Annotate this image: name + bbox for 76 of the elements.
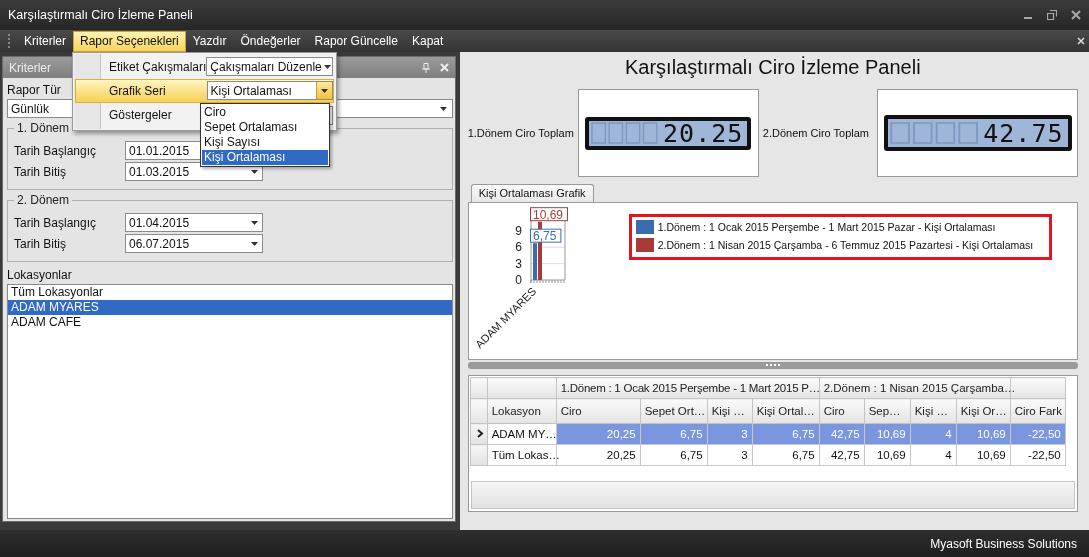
menu-item[interactable]: Etiket Çakışmaları Çakışmaları Düzenle bbox=[75, 55, 334, 79]
tab[interactable]: Kişi Ortalaması Grafik bbox=[470, 184, 594, 202]
gauge-label: 2.Dönem Ciro Toplam bbox=[762, 127, 869, 139]
tick-label: 9 bbox=[514, 223, 522, 238]
dropdown-arrow-icon bbox=[250, 220, 258, 225]
data-label: 10,69 bbox=[532, 207, 563, 222]
table-cell: -22,50 bbox=[1010, 444, 1066, 466]
dropdown-option[interactable]: Sepet Ortalaması bbox=[202, 120, 328, 135]
table-cell: 20,25 bbox=[556, 444, 641, 466]
menu-item-label: Etiket Çakışmaları bbox=[109, 59, 207, 74]
tick-label: 3 bbox=[514, 256, 522, 271]
field-label: Rapor Tür bbox=[7, 83, 61, 97]
dropdown-option[interactable]: Ciro bbox=[202, 105, 328, 120]
group-title: 1. Dönem bbox=[16, 121, 71, 135]
dropdown-arrow-icon bbox=[440, 106, 448, 111]
table-cell: 6,75 bbox=[752, 444, 820, 466]
pin-icon[interactable] bbox=[421, 62, 430, 73]
panel-title: Kriterler bbox=[9, 60, 51, 75]
table-cell: 6,75 bbox=[640, 444, 708, 466]
chevron-icon bbox=[476, 429, 484, 438]
menu-item[interactable]: Öndeğerler bbox=[233, 30, 308, 52]
table-cell: 3 bbox=[707, 444, 753, 466]
field-label: Tarih Başlangıç bbox=[14, 143, 98, 158]
legend-label: 2.Dönem : 1 Nisan 2015 Çarşamba - 6 Temmuz 2015 Pazartesi - Kişi Ortalaması bbox=[657, 239, 1034, 251]
menu-item-label: Göstergeler bbox=[109, 108, 173, 123]
table-cell: Tüm Lokas… bbox=[487, 444, 557, 466]
menu-item-label: Grafik Seri bbox=[109, 84, 167, 98]
column-header[interactable]: Ciro bbox=[556, 398, 641, 424]
menu-item[interactable]: Yazdır bbox=[185, 30, 234, 52]
dropdown[interactable]: Kişi Ortalaması bbox=[206, 81, 333, 101]
field-label: Tarih Başlangıç bbox=[14, 215, 98, 230]
grip-icon bbox=[8, 34, 11, 48]
segment-grid-drawing bbox=[591, 122, 661, 144]
tick-label: 6 bbox=[514, 240, 522, 255]
gauge-value: 20.25 bbox=[663, 118, 744, 148]
table-cell: 4 bbox=[910, 444, 957, 466]
grip-icon bbox=[765, 364, 780, 367]
list-item[interactable]: ADAM MYARES bbox=[8, 300, 452, 315]
dropdown-option[interactable]: Kişi Ortalaması bbox=[202, 150, 328, 165]
data-label: 6,75 bbox=[529, 228, 562, 244]
dashboard-title: Karşılaştırmalı Ciro İzleme Paneli bbox=[625, 56, 921, 79]
gauge-label: 1.Dönem Ciro Toplam bbox=[467, 127, 574, 139]
date-picker[interactable]: 06.07.2015 bbox=[125, 234, 263, 253]
field-label: Lokasyonlar bbox=[7, 268, 72, 282]
date-picker[interactable]: 01.04.2015 bbox=[125, 213, 263, 232]
dropdown[interactable]: Çakışmaları Düzenle bbox=[206, 57, 334, 77]
dropdown-arrow-icon bbox=[321, 89, 328, 93]
window-title: Karşılaştırmalı Ciro İzleme Paneli bbox=[8, 8, 194, 22]
menu-item[interactable]: Kapat bbox=[404, 30, 451, 52]
menu-item[interactable]: Kriterler bbox=[17, 30, 73, 52]
menu-item[interactable]: Grafik Seri Kişi Ortalaması bbox=[75, 79, 334, 103]
tick-label: 0 bbox=[514, 273, 522, 287]
table-cell: 42,75 bbox=[819, 444, 865, 466]
list-item[interactable]: Tüm Lokasyonlar bbox=[8, 285, 452, 300]
table-cell: 10,69 bbox=[864, 444, 911, 466]
data-label: 10,69 bbox=[529, 207, 568, 222]
legend-label: 1.Dönem : 1 Ocak 2015 Perşembe - 1 Mart 2015 Pazar - Kişi Ortalaması bbox=[657, 221, 996, 233]
dropdown-arrow-icon bbox=[323, 64, 331, 69]
band-header bbox=[487, 377, 557, 399]
list-item[interactable]: ADAM CAFE bbox=[8, 315, 452, 330]
menu-item[interactable]: Rapor Seçenekleri bbox=[73, 30, 186, 52]
field-label: Tarih Bitiş bbox=[14, 236, 67, 251]
band-header: 1.Dönem : 1 Ocak 2015 Perşembe - 1 Mart 2015 P… bbox=[556, 377, 820, 399]
status-text: Myasoft Business Solutions bbox=[930, 536, 1077, 551]
dropdown-arrow-icon bbox=[250, 169, 258, 174]
field-label: Tarih Bitiş bbox=[14, 164, 67, 179]
group-title: 2. Dönem bbox=[16, 193, 71, 207]
menu-item[interactable]: Rapor Güncelle bbox=[307, 30, 405, 52]
restore-icon[interactable] bbox=[1047, 10, 1057, 20]
table-cell: 10,69 bbox=[956, 444, 1011, 466]
close-icon[interactable] bbox=[1071, 10, 1081, 20]
dropdown-arrow-icon bbox=[250, 241, 258, 246]
axis-line bbox=[530, 219, 566, 284]
gauge-value: 42.75 bbox=[983, 118, 1064, 148]
data-label: 6,75 bbox=[532, 229, 557, 244]
header-cell bbox=[470, 377, 488, 399]
